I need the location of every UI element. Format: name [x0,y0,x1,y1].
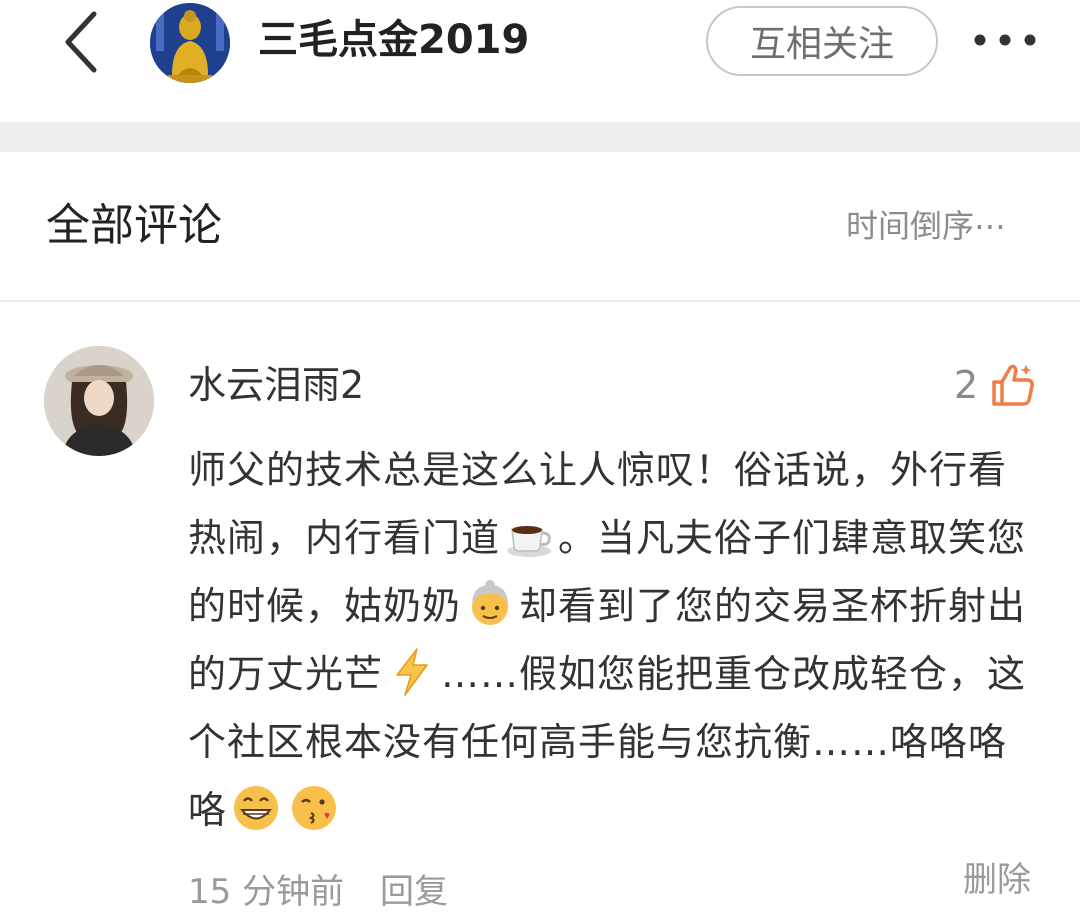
divider [0,300,1080,302]
sort-order-button[interactable]: 时间倒序⋯ [846,202,1006,250]
old-woman-emoji [472,580,509,625]
commenter-photo [44,346,154,456]
commenter-name[interactable]: 水云泪雨2 [188,358,364,412]
commenter-avatar[interactable] [44,346,154,456]
more-dots-icon [974,34,1036,46]
back-button[interactable] [50,10,110,74]
lightning-emoji [396,648,428,696]
all-comments-heading: 全部评论 [46,200,222,251]
mutual-follow-button[interactable]: 互相关注 [706,6,938,76]
like-button[interactable] [990,362,1036,408]
grinning-emoji [234,786,279,830]
comment-timestamp: 15 分钟前 [188,872,345,912]
coffee-emoji [507,526,552,557]
chevron-left-icon [65,11,97,73]
comment-text: 师父的技术总是这么让人惊叹！俗话说，外行看热闹，内行看门道 。当凡夫俗子们肆意取… [188,436,1038,844]
reply-button[interactable]: 回复 [380,866,448,918]
delete-button[interactable]: 删除 [963,854,1031,906]
top-bar: 三毛点金2019 互相关注 [0,0,1080,122]
more-button[interactable] [965,16,1045,64]
thumbs-up-icon [992,364,1034,406]
section-separator [0,122,1080,152]
buddha-image [150,3,230,83]
like-count: 2 [954,363,979,407]
kissing-wink-emoji [292,786,337,830]
author-name[interactable]: 三毛点金2019 [258,12,529,68]
author-avatar[interactable] [150,3,230,83]
comment-page: 三毛点金2019 互相关注 全部评论 时间倒序⋯ 水云泪雨2 2 师父的技术总是… [0,0,1080,919]
